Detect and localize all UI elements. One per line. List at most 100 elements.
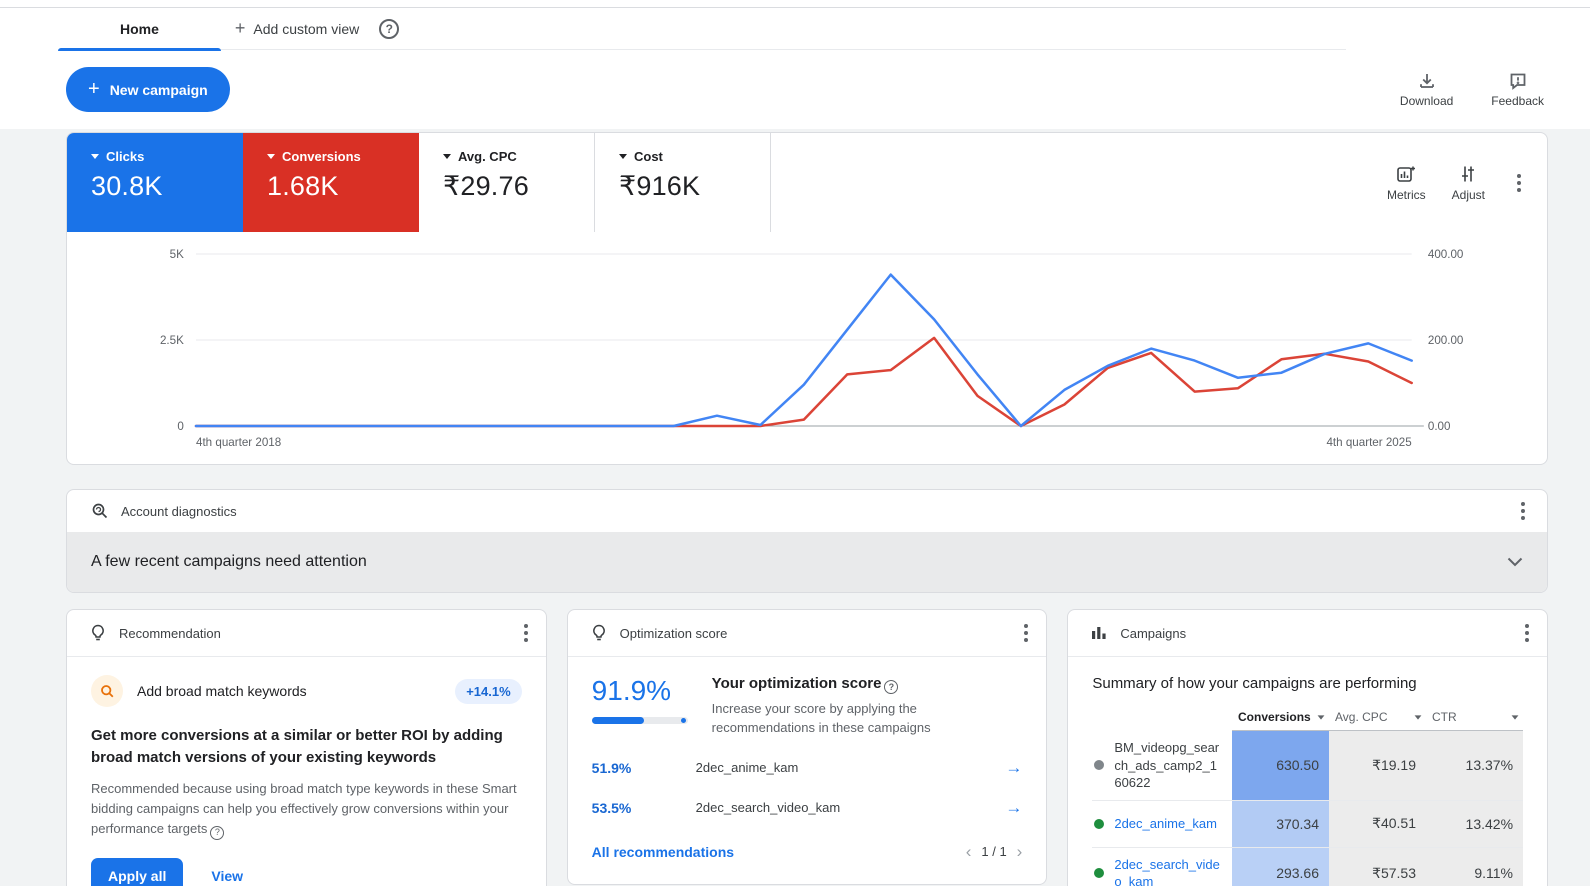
chevron-down-icon	[619, 154, 627, 159]
chip-value: ₹916K	[619, 171, 770, 202]
optimization-row: 53.5% 2dec_search_video_kam →	[592, 798, 1023, 818]
optimization-row: 51.9% 2dec_anime_kam →	[592, 758, 1023, 778]
help-icon[interactable]: ?	[379, 19, 399, 39]
download-icon	[1418, 72, 1436, 90]
ctr-cell: 13.42%	[1426, 801, 1523, 847]
chip-label: Cost	[634, 149, 663, 164]
tab-strip: Home + Add custom view ?	[0, 8, 1590, 50]
metric-chip-clicks[interactable]: Clicks 30.8K	[67, 133, 243, 232]
svg-text:4th quarter 2018: 4th quarter 2018	[196, 437, 281, 449]
conversions-cell: 630.50	[1232, 731, 1329, 800]
avg-cpc-cell: ₹40.51	[1329, 801, 1426, 847]
prev-page-icon[interactable]: ‹	[966, 842, 972, 862]
next-page-icon[interactable]: ›	[1017, 842, 1023, 862]
diagnostics-kebab-menu[interactable]	[1515, 496, 1531, 526]
page-indicator: 1 / 1	[981, 844, 1006, 859]
lightbulb-icon	[89, 624, 107, 642]
chip-label: Clicks	[106, 149, 144, 164]
tab-home[interactable]: Home	[58, 8, 221, 50]
metrics-icon	[1396, 164, 1416, 184]
recommendation-heading: Get more conversions at a similar or bet…	[91, 725, 522, 769]
svg-text:200.00: 200.00	[1428, 335, 1464, 347]
lightbulb-icon	[590, 624, 608, 642]
download-button[interactable]: Download	[1400, 72, 1453, 108]
chip-label: Conversions	[282, 149, 361, 164]
metric-chip-conversions[interactable]: Conversions 1.68K	[243, 133, 419, 232]
optimization-description: Increase your score by applying the reco…	[712, 700, 1023, 738]
conversions-cell: 293.66	[1232, 848, 1329, 886]
chip-value: ₹29.76	[443, 171, 594, 202]
chevron-down-icon[interactable]	[1507, 557, 1523, 567]
account-diagnostics-card: Account diagnostics A few recent campaig…	[66, 489, 1548, 593]
timeseries-chart: 02.5K5K0.00200.00400.004th quarter 20184…	[67, 232, 1547, 464]
table-row: 2dec_anime_kam 370.34 ₹40.51 13.42%	[1092, 801, 1523, 848]
recommendation-kebab-menu[interactable]	[518, 618, 534, 648]
feedback-icon	[1509, 72, 1527, 90]
campaigns-heading: Summary of how your campaigns are perfor…	[1092, 675, 1523, 692]
metrics-button[interactable]: Metrics	[1387, 164, 1426, 202]
apply-all-button[interactable]: Apply all	[91, 858, 183, 886]
chevron-down-icon	[443, 154, 451, 159]
column-header-avg-cpc[interactable]: Avg. CPC	[1329, 710, 1426, 731]
all-recommendations-link[interactable]: All recommendations	[592, 844, 734, 860]
avg-cpc-cell: ₹19.19	[1329, 731, 1426, 800]
adjust-button[interactable]: Adjust	[1452, 164, 1485, 202]
campaign-name: 2dec_search_video_kam	[696, 800, 841, 815]
chart-kebab-menu[interactable]	[1511, 168, 1527, 198]
svg-text:400.00: 400.00	[1428, 249, 1464, 261]
svg-text:0: 0	[177, 421, 183, 433]
download-label: Download	[1400, 94, 1453, 108]
metric-chips-row: Clicks 30.8K Conversions 1.68K Avg. CPC …	[67, 133, 1547, 232]
sort-caret-icon	[1512, 715, 1519, 719]
diagnostics-banner[interactable]: A few recent campaigns need attention	[67, 532, 1547, 592]
arrow-right-icon[interactable]: →	[1005, 758, 1022, 778]
chevron-down-icon	[267, 154, 275, 159]
ctr-cell: 9.11%	[1426, 848, 1523, 886]
recommendation-title: Recommendation	[119, 626, 221, 641]
svg-text:4th quarter 2025: 4th quarter 2025	[1326, 437, 1411, 449]
feedback-button[interactable]: Feedback	[1491, 72, 1544, 108]
score-percent: 53.5%	[592, 800, 696, 816]
sort-caret-icon	[1415, 715, 1422, 719]
new-campaign-button[interactable]: + New campaign	[66, 67, 230, 112]
metrics-label: Metrics	[1387, 188, 1426, 202]
conversions-cell: 370.34	[1232, 801, 1329, 847]
plus-icon: +	[235, 18, 246, 39]
optimization-score-value: 91.9%	[592, 675, 688, 707]
sort-caret-icon	[1318, 715, 1325, 719]
optimization-kebab-menu[interactable]	[1018, 618, 1034, 648]
feedback-label: Feedback	[1491, 94, 1544, 108]
optimization-title: Optimization score	[620, 626, 728, 641]
status-dot	[1094, 868, 1104, 878]
recommendation-item-label[interactable]: Add broad match keywords	[137, 683, 307, 699]
tab-add-custom-view[interactable]: + Add custom view	[235, 18, 359, 39]
metric-chip-cost[interactable]: Cost ₹916K	[595, 133, 771, 232]
performance-card: Clicks 30.8K Conversions 1.68K Avg. CPC …	[66, 132, 1548, 465]
actions-row: + New campaign Download Feedback	[0, 50, 1590, 129]
table-row: BM_videopg_search_ads_camp2_160622 630.5…	[1092, 731, 1523, 801]
new-campaign-label: New campaign	[110, 82, 208, 98]
campaigns-kebab-menu[interactable]	[1519, 618, 1535, 648]
view-link[interactable]: View	[211, 868, 243, 884]
uplift-badge: +14.1%	[455, 679, 521, 704]
column-header-ctr[interactable]: CTR	[1426, 710, 1523, 731]
campaigns-table: Conversions Avg. CPC CTR BM_videopg_sear…	[1092, 710, 1523, 886]
top-divider	[0, 0, 1590, 8]
recommendation-card: Recommendation Add broad match keywords …	[66, 609, 547, 886]
adjust-icon	[1458, 164, 1478, 184]
optimization-score-card: Optimization score 91.9% Your optimizati…	[567, 609, 1048, 885]
metric-chip-avg-cpc[interactable]: Avg. CPC ₹29.76	[419, 133, 595, 232]
ctr-cell: 13.37%	[1426, 731, 1523, 800]
campaign-name[interactable]: 2dec_anime_kam	[1114, 815, 1217, 833]
score-percent: 51.9%	[592, 760, 696, 776]
adjust-label: Adjust	[1452, 188, 1485, 202]
column-header-conversions[interactable]: Conversions	[1232, 710, 1329, 731]
campaign-name[interactable]: 2dec_search_video_kam	[1114, 856, 1224, 886]
help-icon[interactable]: ?	[210, 826, 224, 840]
campaign-name: BM_videopg_search_ads_camp2_160622	[1114, 739, 1224, 792]
help-icon[interactable]: ?	[884, 680, 898, 694]
campaigns-title: Campaigns	[1120, 626, 1186, 641]
score-marker-dot	[681, 718, 686, 723]
svg-text:0.00: 0.00	[1428, 421, 1451, 433]
arrow-right-icon[interactable]: →	[1005, 798, 1022, 818]
